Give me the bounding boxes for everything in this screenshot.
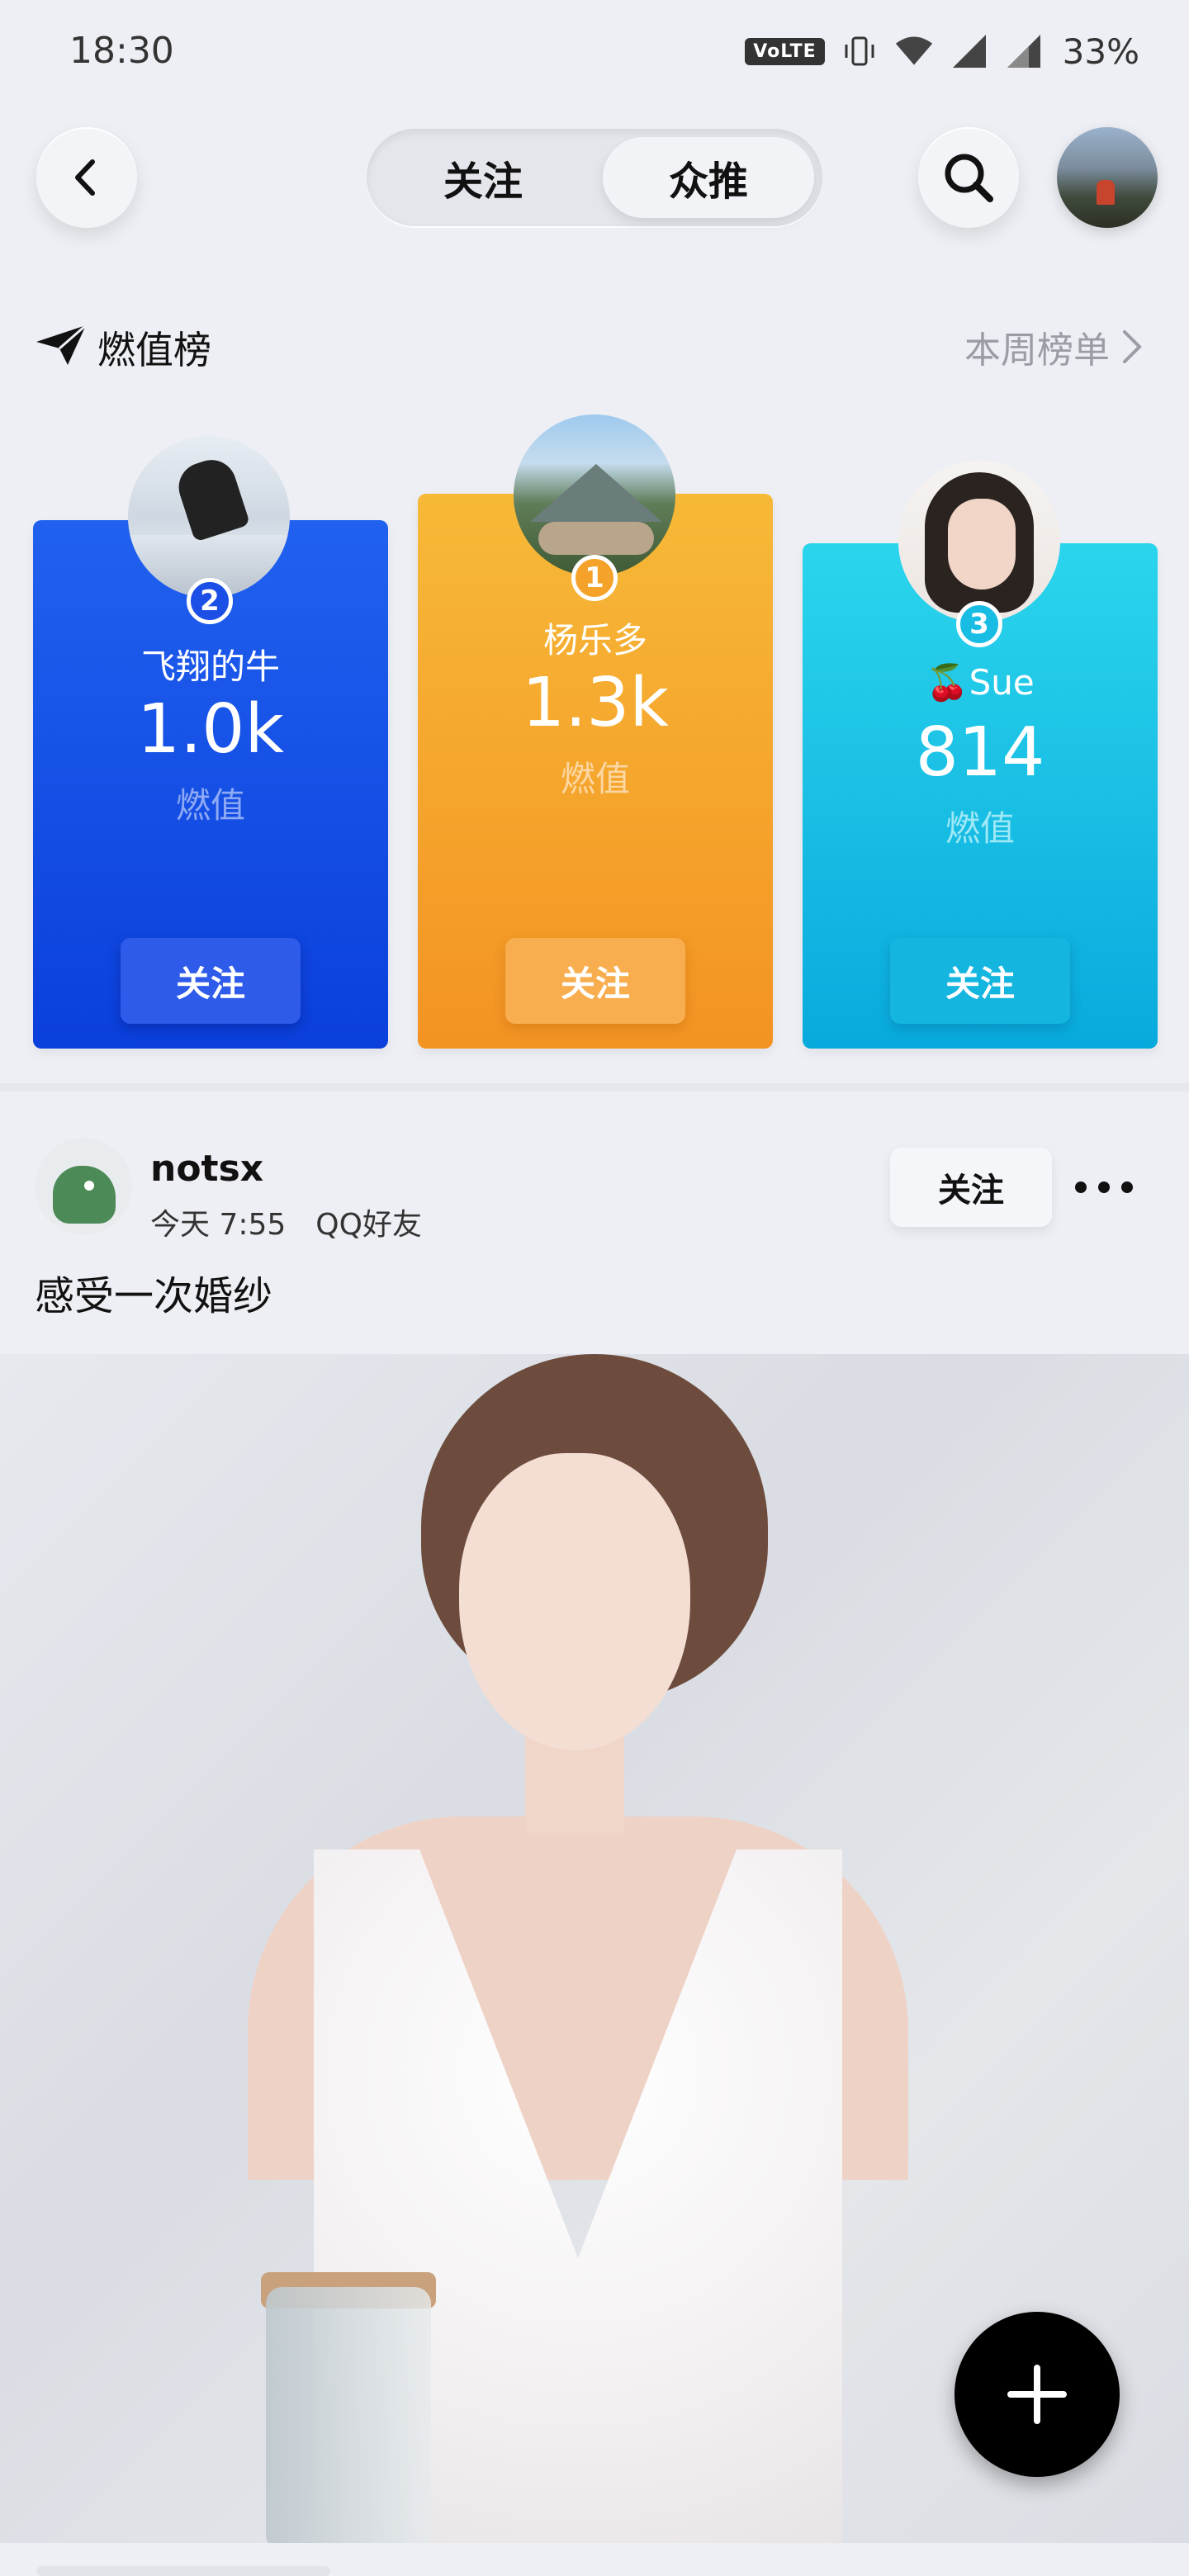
rank-avatar-2[interactable] bbox=[128, 436, 290, 598]
rank-unit: 燃值 bbox=[945, 808, 1015, 849]
rank-score: 1.3k bbox=[522, 664, 669, 742]
rank-score: 814 bbox=[915, 713, 1045, 792]
rank-badge: 3 bbox=[956, 601, 1002, 647]
rank-score: 1.0k bbox=[137, 690, 284, 769]
search-icon bbox=[945, 154, 993, 202]
paper-plane-icon bbox=[36, 324, 87, 365]
post-meta: 今天 7:55 QQ好友 bbox=[150, 1200, 422, 1243]
post-follow-button[interactable]: 关注 bbox=[890, 1148, 1052, 1227]
weekly-board-link[interactable]: 本周榜单 bbox=[964, 320, 1143, 373]
page: 18:30 VoLTE 33% 关注 众推 燃值榜 本周榜单 飞翔的牛 1.0k… bbox=[0, 0, 1189, 2576]
post-time: 今天 7:55 bbox=[150, 1208, 287, 1242]
leaderboard-title: 燃值榜 bbox=[97, 328, 211, 372]
rank-avatar-3[interactable] bbox=[898, 461, 1060, 623]
next-card-edge bbox=[36, 2566, 330, 2576]
rank-name: 🍒Sue bbox=[926, 662, 1035, 703]
status-time: 18:30 bbox=[69, 30, 174, 72]
back-arrow-icon bbox=[75, 159, 95, 196]
wifi-icon bbox=[894, 31, 934, 71]
tab-push[interactable]: 众推 bbox=[603, 137, 814, 218]
tab-follow[interactable]: 关注 bbox=[380, 137, 586, 218]
leaderboard-header: 燃值榜 本周榜单 bbox=[0, 314, 1189, 380]
vibrate-icon bbox=[840, 31, 879, 71]
signal-icon bbox=[949, 31, 988, 71]
rank-unit: 燃值 bbox=[560, 759, 630, 799]
plus-icon bbox=[1007, 2365, 1067, 2424]
rank-avatar-1[interactable] bbox=[514, 414, 675, 576]
rank-follow-button[interactable]: 关注 bbox=[890, 938, 1070, 1024]
status-icons: VoLTE 33% bbox=[745, 25, 1139, 78]
status-bar: 18:30 VoLTE 33% bbox=[0, 0, 1189, 102]
post-avatar[interactable] bbox=[35, 1138, 132, 1235]
post-text: 感受一次婚纱 bbox=[35, 1273, 273, 1319]
rank-name: 飞翔的牛 bbox=[140, 646, 280, 687]
more-icon[interactable] bbox=[1075, 1171, 1133, 1204]
user-avatar[interactable] bbox=[1057, 127, 1158, 228]
post-source: QQ好友 bbox=[315, 1208, 422, 1242]
rank-unit: 燃值 bbox=[175, 785, 245, 826]
rank-name: 杨乐多 bbox=[542, 620, 647, 661]
battery-level: 33% bbox=[1062, 31, 1139, 72]
weekly-board-label: 本周榜单 bbox=[964, 329, 1110, 372]
add-post-button[interactable] bbox=[955, 2312, 1120, 2477]
search-button[interactable] bbox=[918, 127, 1019, 228]
section-divider bbox=[0, 1083, 1189, 1091]
signal-icon bbox=[1003, 31, 1043, 71]
rank-follow-button[interactable]: 关注 bbox=[121, 938, 301, 1024]
rank-badge: 1 bbox=[571, 555, 618, 601]
rank-follow-button[interactable]: 关注 bbox=[505, 938, 685, 1024]
tab-switch: 关注 众推 bbox=[367, 129, 822, 226]
header: 关注 众推 bbox=[0, 124, 1189, 231]
volte-icon: VoLTE bbox=[745, 37, 825, 65]
back-button[interactable] bbox=[36, 127, 137, 228]
post-username[interactable]: notsx bbox=[150, 1148, 263, 1190]
rank-badge: 2 bbox=[187, 578, 233, 624]
chevron-right-icon bbox=[1123, 330, 1142, 363]
